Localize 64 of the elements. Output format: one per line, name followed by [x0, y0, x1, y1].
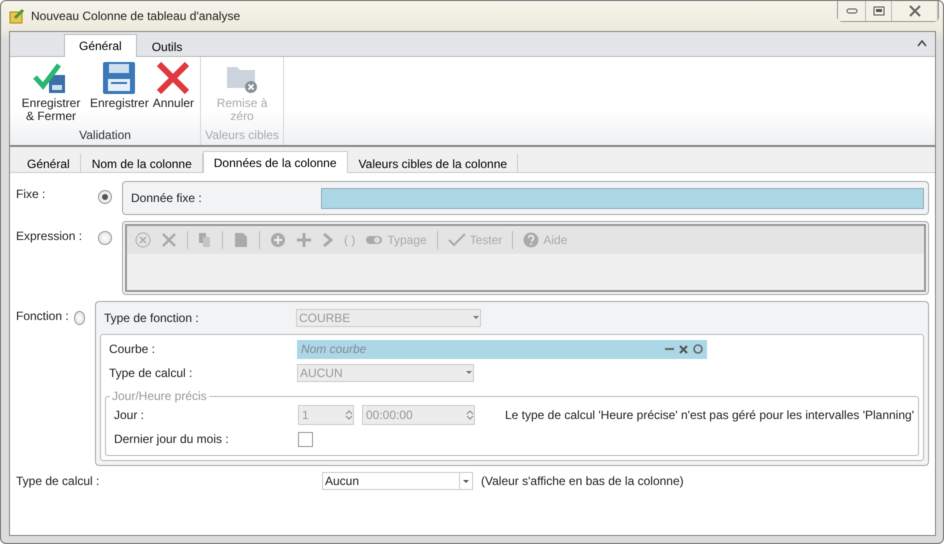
ribbon-button[interactable]: Enregistrer — [88, 57, 151, 128]
spin-arrows-icon[interactable] — [466, 409, 474, 421]
clear-circle-icon[interactable] — [692, 344, 703, 354]
spin-arrows-icon[interactable] — [344, 409, 353, 421]
dropdown[interactable]: COURBE — [296, 309, 481, 327]
close-button[interactable] — [892, 1, 938, 21]
field-label: Dernier jour du mois : — [114, 432, 230, 446]
expression-editor[interactable]: ( ) Typage Tester Aide — [125, 224, 926, 292]
radio-button[interactable] — [98, 190, 112, 204]
close-icon — [908, 5, 920, 17]
time-spinner[interactable]: 00:00:00 — [362, 405, 475, 425]
checkbox[interactable] — [298, 432, 313, 446]
field-label: Jour : — [114, 408, 145, 422]
chevron-right-icon[interactable] — [322, 232, 334, 248]
ribbon-tab[interactable]: Général — [64, 34, 137, 57]
typage-button[interactable]: Typage — [365, 233, 427, 247]
document-icon[interactable] — [233, 232, 249, 248]
toggle-icon — [365, 234, 384, 246]
ribbon-tab[interactable]: Outils — [136, 35, 198, 57]
parentheses-button[interactable]: ( ) — [344, 233, 356, 247]
info-message: Le type de calcul 'Heure précise' n'est pas géré pour les intervalles 'Planning' — [504, 408, 914, 422]
group-title: Jour/Heure précis — [110, 389, 208, 403]
group-label: Valeurs cibles — [205, 128, 279, 144]
collapse-icon[interactable] — [917, 39, 927, 47]
delete-x-icon[interactable] — [161, 232, 177, 248]
help-icon — [523, 232, 540, 248]
input-field[interactable] — [321, 188, 924, 208]
dropdown[interactable]: Aucun — [322, 472, 473, 490]
dropdown-arrow-icon[interactable] — [472, 315, 480, 321]
help-button[interactable]: Aide — [523, 232, 568, 248]
clear-circle-icon[interactable] — [135, 232, 151, 248]
field-label: Expression : — [16, 228, 84, 243]
minimize-icon — [846, 8, 858, 14]
radio-button[interactable] — [98, 231, 112, 245]
field-label: Type de fonction : — [104, 311, 200, 325]
check-icon — [448, 233, 466, 247]
form-tab[interactable]: Données de la colonne — [202, 151, 348, 173]
radio-button[interactable] — [74, 311, 85, 325]
ribbon-button[interactable]: Enregistrer & Fermer — [14, 57, 88, 128]
curve-field[interactable]: Nom courbe — [296, 340, 707, 358]
hint-text: (Valeur s'affiche en bas de la colonne) — [481, 474, 684, 488]
maximize-icon — [872, 6, 884, 16]
field-label: Courbe : — [108, 342, 156, 356]
maximize-button[interactable] — [866, 1, 892, 21]
dropdown[interactable]: AUCUN — [296, 364, 474, 382]
window-title: Nouveau Colonne de tableau d'analyse — [31, 9, 242, 23]
dropdown-arrow-icon[interactable] — [459, 473, 472, 489]
day-spinner[interactable]: 1 — [298, 405, 354, 425]
plus-icon[interactable] — [296, 232, 312, 248]
cancel-x-icon — [156, 61, 190, 95]
field-label: Type de calcul : — [16, 474, 100, 488]
minimize-button[interactable] — [838, 1, 866, 21]
group-label: Validation — [79, 128, 131, 144]
add-circle-icon[interactable] — [270, 232, 286, 248]
field-label: Fonction : — [16, 308, 70, 323]
field-label: Donnée fixe : — [131, 191, 203, 205]
field-label: Fixe : — [16, 186, 46, 201]
dropdown-arrow-icon[interactable] — [464, 370, 473, 376]
close-icon[interactable] — [678, 344, 688, 354]
test-button[interactable]: Tester — [448, 233, 502, 247]
ribbon-button[interactable]: Annuler — [150, 57, 196, 128]
app-icon — [9, 8, 25, 24]
field-label: Type de calcul : — [108, 366, 194, 380]
copy-icon[interactable] — [198, 232, 212, 248]
